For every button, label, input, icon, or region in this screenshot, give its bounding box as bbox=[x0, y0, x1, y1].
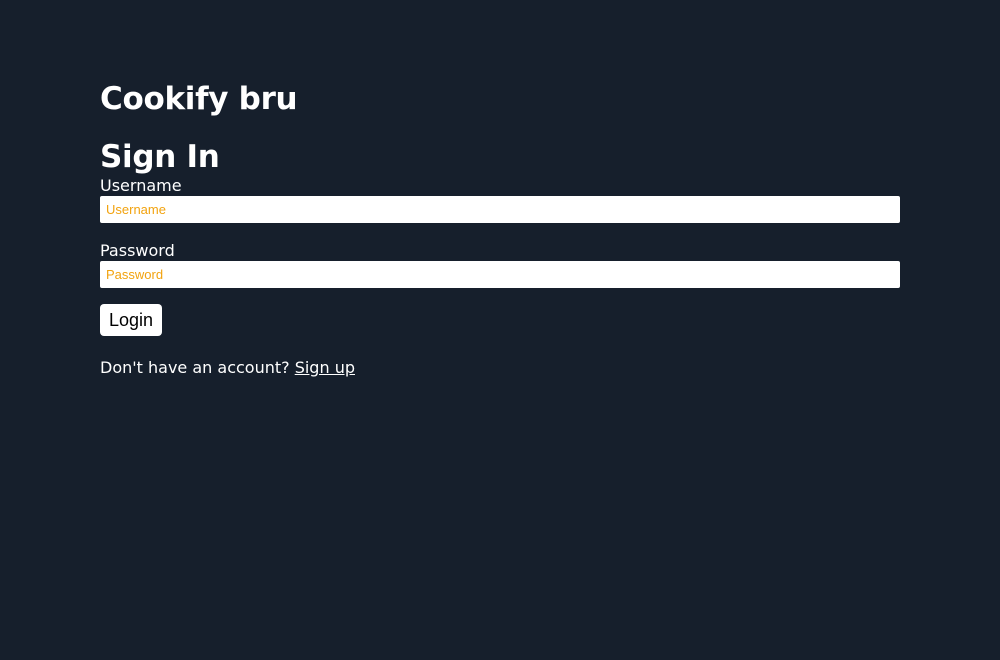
password-input[interactable] bbox=[100, 261, 900, 288]
login-form: Username Password Login bbox=[100, 176, 900, 336]
app-title: Cookify bru bbox=[100, 81, 298, 117]
signup-link[interactable]: Sign up bbox=[295, 358, 355, 377]
username-input[interactable] bbox=[100, 196, 900, 223]
signup-prompt: Don't have an account? bbox=[100, 358, 295, 377]
password-field-group: Password bbox=[100, 241, 900, 288]
username-label: Username bbox=[100, 176, 182, 195]
signup-line: Don't have an account? Sign up bbox=[100, 358, 900, 378]
password-label: Password bbox=[100, 241, 175, 260]
login-button[interactable]: Login bbox=[100, 304, 163, 336]
login-page: Cookify bru Sign In Username Password Lo… bbox=[0, 0, 1000, 660]
username-field-group: Username bbox=[100, 176, 900, 223]
page-title: Sign In bbox=[100, 139, 220, 175]
